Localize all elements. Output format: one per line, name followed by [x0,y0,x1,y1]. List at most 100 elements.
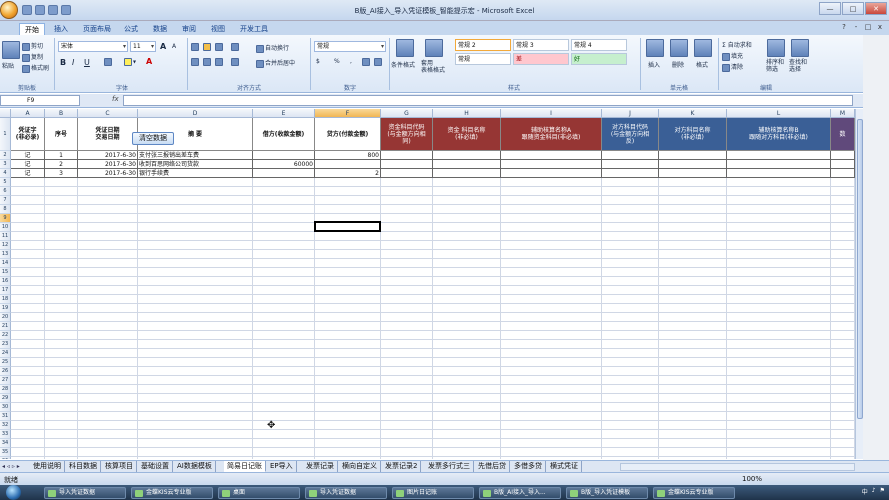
ime-icon[interactable]: 中 [862,487,868,496]
table-cell[interactable] [501,151,602,160]
empty-cell[interactable] [433,277,501,286]
empty-cell[interactable] [315,421,381,430]
empty-cell[interactable] [433,223,501,232]
empty-cell[interactable] [602,232,659,241]
empty-cell[interactable] [315,268,381,277]
empty-cell[interactable] [433,196,501,205]
empty-cell[interactable] [138,457,253,459]
empty-cell[interactable] [831,457,855,459]
empty-cell[interactable] [45,331,78,340]
empty-cell[interactable] [659,403,727,412]
sheet-tab[interactable]: 横式凭证 [547,461,582,472]
row-header[interactable]: 7 [0,196,11,205]
empty-cell[interactable] [381,232,433,241]
empty-cell[interactable] [253,304,315,313]
empty-cell[interactable] [381,241,433,250]
percent-button[interactable]: % [334,58,340,65]
empty-cell[interactable] [11,340,45,349]
empty-cell[interactable] [831,178,855,187]
empty-cell[interactable] [138,376,253,385]
empty-cell[interactable] [315,196,381,205]
empty-cell[interactable] [253,223,315,232]
empty-cell[interactable] [831,358,855,367]
empty-cell[interactable] [78,277,138,286]
table-cell[interactable] [831,160,855,169]
empty-cell[interactable] [659,439,727,448]
empty-cell[interactable] [315,313,381,322]
empty-cell[interactable] [727,196,831,205]
empty-cell[interactable] [11,187,45,196]
empty-cell[interactable] [11,349,45,358]
row-header[interactable]: 35 [0,448,11,457]
empty-cell[interactable] [138,223,253,232]
empty-cell[interactable] [659,223,727,232]
empty-cell[interactable] [381,385,433,394]
table-header-cell[interactable]: 借方(收款金额) [253,118,315,151]
empty-cell[interactable] [253,367,315,376]
empty-cell[interactable] [78,196,138,205]
table-cell[interactable]: 支付张三报销出差车费 [138,151,253,160]
empty-cell[interactable] [433,358,501,367]
empty-cell[interactable] [78,457,138,459]
empty-cell[interactable] [602,304,659,313]
empty-cell[interactable] [727,403,831,412]
row-header[interactable]: 19 [0,304,11,313]
formula-input[interactable] [123,95,853,106]
empty-cell[interactable] [253,358,315,367]
empty-cell[interactable] [602,457,659,459]
empty-cell[interactable] [831,430,855,439]
empty-cell[interactable] [433,259,501,268]
table-cell[interactable] [659,151,727,160]
align-middle-button[interactable] [203,43,212,51]
delete-cells-button[interactable] [670,39,689,57]
table-header-cell[interactable]: 资金科目代码 (与金额方向相 同) [381,118,433,151]
table-cell[interactable] [381,160,433,169]
table-cell[interactable] [602,151,659,160]
row-header[interactable]: 2 [0,151,11,160]
empty-cell[interactable] [381,268,433,277]
empty-cell[interactable] [659,268,727,277]
bold-button[interactable]: B [60,58,66,67]
table-cell[interactable] [381,151,433,160]
empty-cell[interactable] [602,223,659,232]
empty-cell[interactable] [45,250,78,259]
empty-cell[interactable] [831,394,855,403]
paste-button[interactable] [2,41,21,59]
comma-button[interactable]: , [350,58,352,65]
empty-cell[interactable] [433,394,501,403]
empty-cell[interactable] [315,340,381,349]
table-cell[interactable] [253,151,315,160]
row-header[interactable]: 20 [0,313,11,322]
row-header[interactable]: 29 [0,394,11,403]
column-header[interactable]: H [433,109,501,118]
empty-cell[interactable] [602,277,659,286]
row-header[interactable]: 16 [0,277,11,286]
tab-data[interactable]: 数据 [153,23,167,35]
empty-cell[interactable] [831,439,855,448]
clear-data-button[interactable]: 清空数据 [132,132,174,145]
empty-cell[interactable] [253,448,315,457]
empty-cell[interactable] [659,394,727,403]
empty-cell[interactable] [45,205,78,214]
empty-cell[interactable] [433,313,501,322]
format-cells-button[interactable] [694,39,713,57]
empty-cell[interactable] [253,178,315,187]
empty-cell[interactable] [138,331,253,340]
empty-cell[interactable] [381,349,433,358]
empty-cell[interactable] [602,430,659,439]
empty-cell[interactable] [253,268,315,277]
empty-cell[interactable] [602,331,659,340]
empty-cell[interactable] [78,205,138,214]
empty-cell[interactable] [11,250,45,259]
taskbar-item[interactable]: 金蝶KIS云专业版 [131,487,213,499]
empty-cell[interactable] [433,331,501,340]
empty-cell[interactable] [315,277,381,286]
empty-cell[interactable] [602,313,659,322]
empty-cell[interactable] [831,196,855,205]
empty-cell[interactable] [138,232,253,241]
empty-cell[interactable] [381,223,433,232]
empty-cell[interactable] [45,223,78,232]
empty-cell[interactable] [831,412,855,421]
empty-cell[interactable] [78,286,138,295]
empty-cell[interactable] [433,178,501,187]
